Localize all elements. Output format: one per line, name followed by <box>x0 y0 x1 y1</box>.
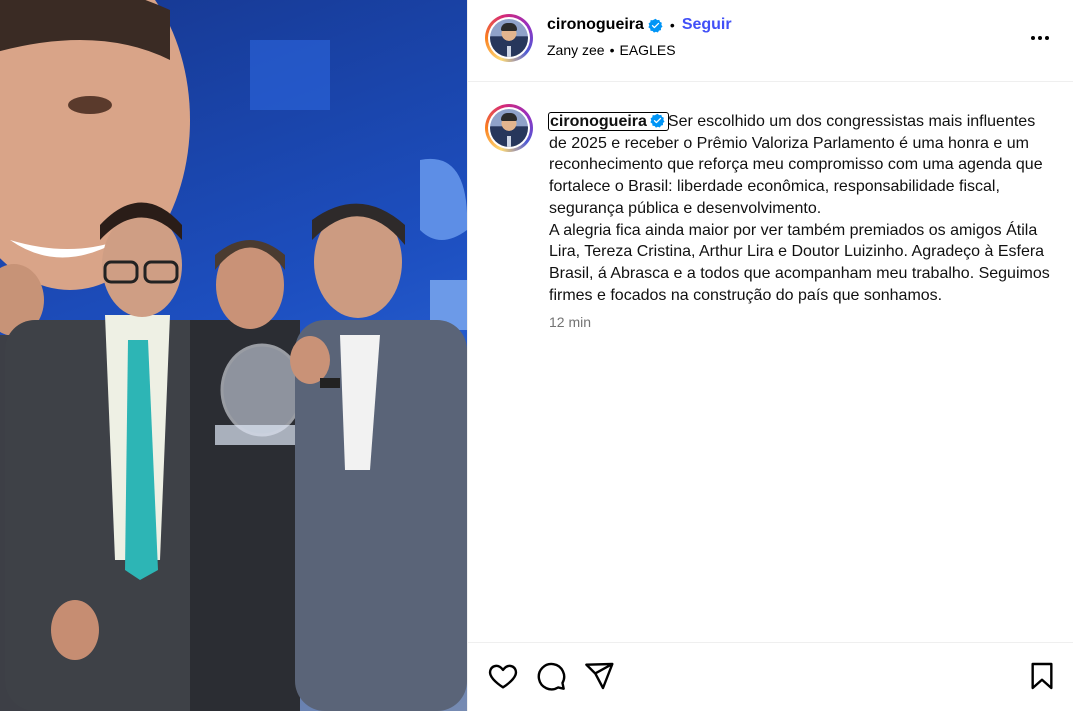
music-info[interactable]: Zany zee • EAGLES <box>547 42 676 58</box>
post-header: cironogueira • Seguir Zany zee • EAGLES <box>468 0 1073 82</box>
separator-dot: • <box>669 17 675 33</box>
follow-button[interactable]: Seguir <box>682 16 732 34</box>
post-side-panel: cironogueira • Seguir Zany zee • EAGLES … <box>467 0 1073 711</box>
caption-text-block: cironogueira Ser escolhido um dos congre… <box>548 111 1057 306</box>
bookmark-icon[interactable] <box>1026 660 1058 692</box>
caption-section: cironogueira Ser escolhido um dos congre… <box>468 82 1073 642</box>
author-avatar[interactable] <box>485 14 533 62</box>
comment-icon[interactable] <box>535 660 567 692</box>
caption-username[interactable]: cironogueira <box>548 112 669 131</box>
post-photo[interactable] <box>0 0 467 711</box>
action-bar <box>468 642 1073 711</box>
caption-author-avatar[interactable] <box>485 104 533 152</box>
music-separator: • <box>609 42 615 58</box>
heart-icon[interactable] <box>487 660 519 692</box>
caption-body: Ser escolhido um dos congressistas mais … <box>549 113 1050 304</box>
author-username[interactable]: cironogueira <box>547 16 644 34</box>
author-line: cironogueira • Seguir <box>547 16 732 34</box>
share-icon[interactable] <box>583 660 615 692</box>
post-timestamp[interactable]: 12 min <box>549 314 591 330</box>
verified-badge-icon <box>650 113 665 128</box>
music-artist: Zany zee <box>547 42 605 58</box>
more-options-icon[interactable] <box>1028 26 1052 50</box>
event-photo-illustration <box>0 0 467 711</box>
music-track: EAGLES <box>619 42 676 58</box>
verified-badge-icon <box>648 18 663 33</box>
